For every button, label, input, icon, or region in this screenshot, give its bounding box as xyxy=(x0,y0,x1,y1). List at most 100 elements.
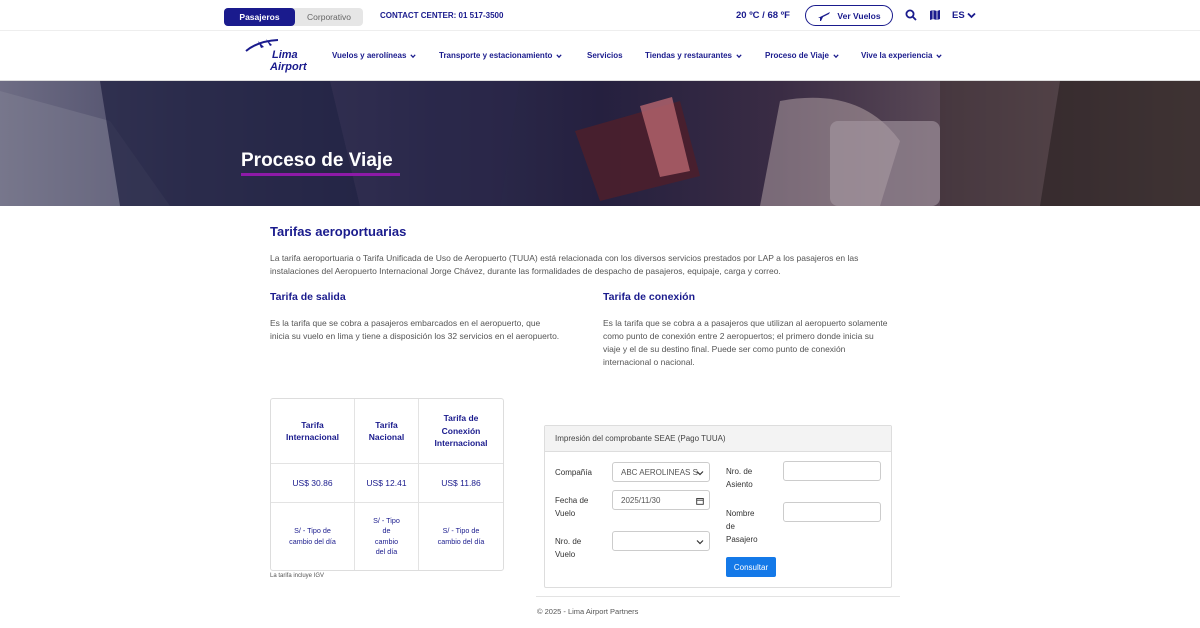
temperature-readout: 20 ºC / 68 ºF xyxy=(736,10,790,21)
passenger-name-input[interactable] xyxy=(783,502,881,522)
logo-text-airport: Airport xyxy=(270,61,307,73)
nav-vive-experiencia[interactable]: Vive la experiencia xyxy=(861,51,943,60)
language-label: ES xyxy=(952,10,965,21)
label-line: Nro. de xyxy=(726,467,753,476)
header-line: Internacional xyxy=(434,438,488,449)
note-nacional: S/ - Tipo de cambio del día xyxy=(355,503,418,570)
calendar-icon xyxy=(696,498,704,505)
conexion-paragraph: Es la tarifa que se cobra a a pasajeros … xyxy=(603,317,928,369)
intro-line: La tarifa aeroportuaria o Tarifa Unifica… xyxy=(270,253,859,263)
header-line: Tarifa xyxy=(375,419,398,430)
header-line: Nacional xyxy=(368,432,405,442)
note-line: S/ - Tipo de xyxy=(294,526,331,535)
label-line: Asiento xyxy=(726,480,753,489)
map-icon[interactable] xyxy=(929,9,941,21)
main-nav: Lima Airport Vuelos y aerolíneas Transpo… xyxy=(0,30,1200,81)
flight-number-label: Nro. de Vuelo xyxy=(555,535,581,561)
salida-title: Tarifa de salida xyxy=(270,291,346,303)
nav-label: Vive la experiencia xyxy=(861,51,933,60)
price-nacional: US$ 12.41 xyxy=(366,478,407,488)
conexion-title: Tarifa de conexión xyxy=(603,291,695,303)
chevron-down-icon xyxy=(410,53,417,58)
label-line: Vuelo xyxy=(555,509,576,518)
nav-proceso-viaje[interactable]: Proceso de Viaje xyxy=(765,51,839,60)
note-line: cambio del día xyxy=(437,536,485,546)
nav-transporte[interactable]: Transporte y estacionamiento xyxy=(439,51,563,60)
note-line: S/ - Tipo xyxy=(373,515,400,525)
conexion-line: viaje y el de su destino final. Puede se… xyxy=(603,344,846,354)
date-label: Fecha de Vuelo xyxy=(555,494,588,520)
label-line: de xyxy=(726,522,735,531)
chevron-down-icon xyxy=(736,53,742,58)
language-selector[interactable]: ES xyxy=(952,10,976,21)
seat-label: Nro. de Asiento xyxy=(726,465,753,491)
flight-number-select[interactable] xyxy=(612,531,710,551)
header-line: Internacional xyxy=(286,432,339,442)
receipt-form-panel: Impresión del comprobante SEAE (Pago TUU… xyxy=(544,425,892,588)
chevron-down-icon xyxy=(696,471,704,476)
label-line: Nro. de xyxy=(555,537,582,546)
footer-copyright: © 2025 - Lima Airport Partners xyxy=(537,607,639,616)
seat-number-input[interactable] xyxy=(783,461,881,481)
igv-footnote: La tarifa incluye IGV xyxy=(270,573,325,579)
lima-airport-logo[interactable]: Lima Airport xyxy=(244,37,307,75)
conexion-line: internacional o nacional. xyxy=(603,357,695,367)
nav-label: Servicios xyxy=(587,51,623,60)
note-internacional: S/ - Tipo de cambio del día xyxy=(271,503,354,570)
chevron-down-icon xyxy=(967,12,976,19)
section-title: Tarifas aeroportuarias xyxy=(270,224,407,239)
header-tarifa-nacional: Tarifa Nacional xyxy=(355,399,418,463)
nav-label: Transporte y estacionamiento xyxy=(439,51,553,60)
nav-vuelos-aerolineas[interactable]: Vuelos y aerolíneas xyxy=(332,51,417,60)
title-underline xyxy=(241,173,400,176)
consultar-button[interactable]: Consultar xyxy=(726,557,776,577)
hero-banner: Proceso de Viaje xyxy=(0,81,1200,206)
company-label: Compañía xyxy=(555,468,592,477)
note-line: cambio del día xyxy=(289,536,336,546)
salida-paragraph: Es la tarifa que se cobra a pasajeros em… xyxy=(270,317,595,343)
passenger-name-label: Nombre de Pasajero xyxy=(726,507,758,546)
note-line: de xyxy=(382,526,391,535)
nav-tiendas[interactable]: Tiendas y restaurantes xyxy=(645,51,742,60)
price-internacional: US$ 30.86 xyxy=(292,478,333,488)
chevron-down-icon xyxy=(556,53,563,58)
hero-photo xyxy=(0,81,1200,206)
header-tarifa-conexion: Tarifa de Conexión Internacional xyxy=(419,399,503,463)
contact-center[interactable]: CONTACT CENTER: 01 517-3500 xyxy=(380,11,503,20)
salida-line: Es la tarifa que se cobra a pasajeros em… xyxy=(270,318,541,328)
ver-vuelos-button[interactable]: Ver Vuelos xyxy=(805,5,893,26)
search-icon[interactable] xyxy=(905,9,917,21)
label-line: Vuelo xyxy=(555,550,576,559)
flight-date-input[interactable]: 2025/11/30 xyxy=(612,490,710,510)
tab-pasajeros[interactable]: Pasajeros xyxy=(224,8,295,26)
logo-text-lima: Lima xyxy=(272,49,298,61)
header-line: Tarifa de xyxy=(443,413,479,424)
note-line: S/ - Tipo de xyxy=(442,526,480,535)
conexion-line: como punto de conexión entre 2 aeropuert… xyxy=(603,331,874,341)
nav-servicios[interactable]: Servicios xyxy=(587,51,623,60)
ver-vuelos-label: Ver Vuelos xyxy=(837,10,881,21)
chevron-down-icon xyxy=(833,53,839,58)
note-line: del día xyxy=(375,547,398,556)
label-line: Nombre xyxy=(726,509,755,518)
note-line: cambio xyxy=(374,536,399,546)
price-conexion: US$ 11.86 xyxy=(441,478,481,488)
fees-table: Tarifa Internacional Tarifa Nacional Tarif… xyxy=(270,398,504,571)
label-line: Fecha de xyxy=(555,496,589,505)
header-tarifa-internacional: Tarifa Internacional xyxy=(271,399,354,463)
header-line: Conexión xyxy=(441,425,481,436)
label-line: Pasajero xyxy=(726,535,758,544)
top-bar: Pasajeros Corporativo CONTACT CENTER: 01… xyxy=(0,0,1200,30)
company-select[interactable]: ABC AEROLINEAS S xyxy=(612,462,710,482)
audience-switch: Pasajeros Corporativo xyxy=(224,8,363,26)
salida-line: inicia su vuelo en lima y tiene a dispos… xyxy=(270,331,560,341)
nav-label: Proceso de Viaje xyxy=(765,51,829,60)
note-conexion: S/ - Tipo de cambio del día xyxy=(419,503,503,570)
page-title: Proceso de Viaje xyxy=(241,150,393,171)
footer-divider xyxy=(536,596,900,597)
header-line: Tarifa xyxy=(301,419,324,430)
tab-corporativo[interactable]: Corporativo xyxy=(295,8,363,26)
nav-label: Tiendas y restaurantes xyxy=(645,51,733,60)
company-select-value: ABC AEROLINEAS S xyxy=(621,467,698,477)
chevron-down-icon xyxy=(936,53,943,58)
